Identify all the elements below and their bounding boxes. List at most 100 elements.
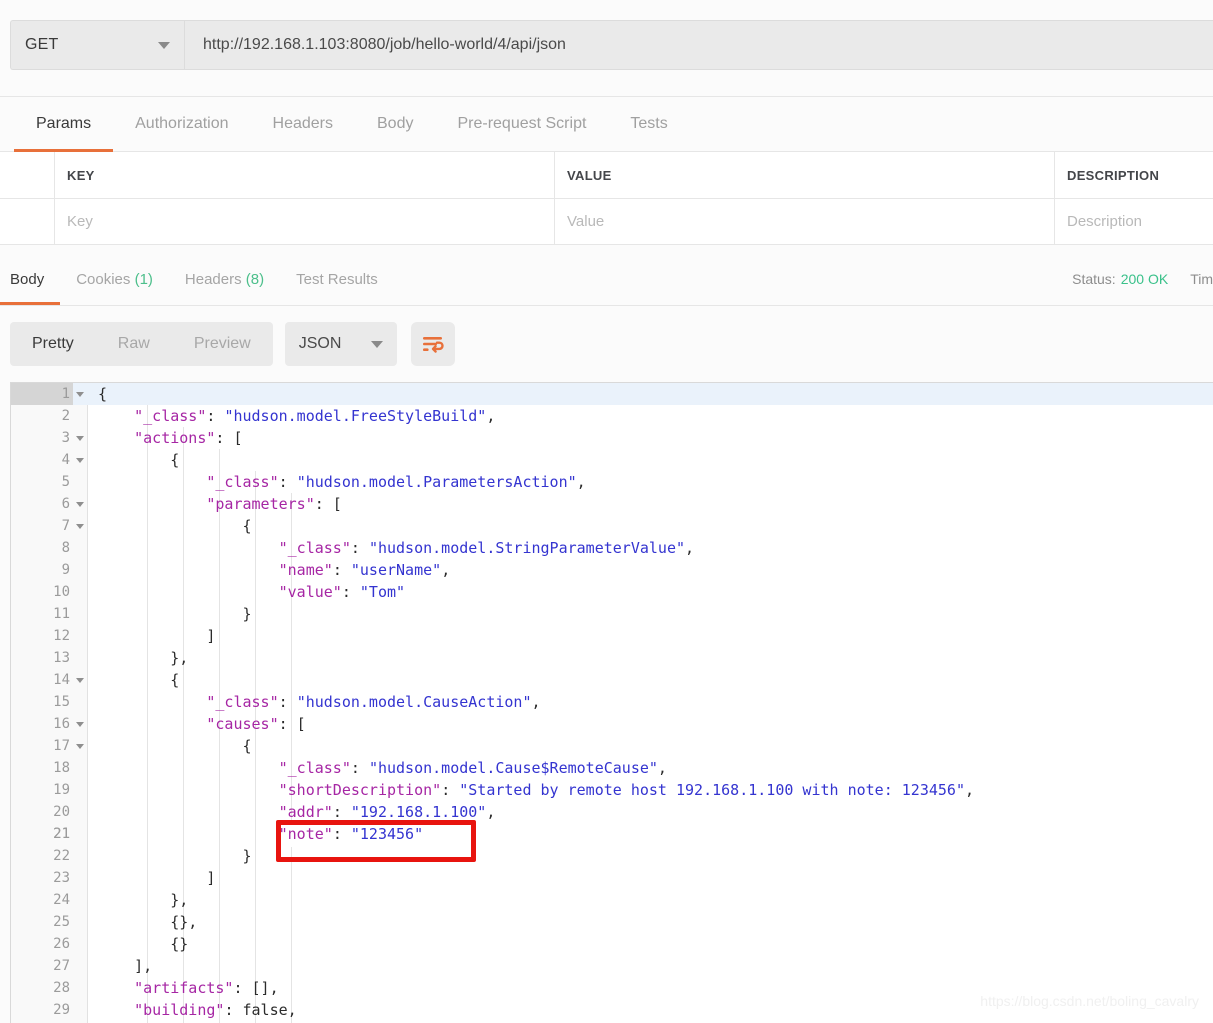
params-value-header: VALUE — [555, 152, 1055, 198]
word-wrap-toggle-button[interactable] — [410, 322, 455, 366]
code-fold-toggle-icon[interactable] — [73, 449, 87, 471]
line-number: 24 — [53, 892, 70, 908]
response-time-label: Tim — [1190, 271, 1213, 287]
chevron-down-icon — [370, 341, 383, 348]
request-tab-bar: Params Authorization Headers Body Pre-reques… — [0, 97, 1213, 152]
response-tab-body[interactable]: Body — [0, 255, 61, 305]
code-fold-toggle-icon[interactable] — [73, 713, 87, 735]
code-fold-spacer — [73, 801, 87, 823]
code-line-text: { — [242, 737, 252, 755]
line-number: 8 — [61, 540, 70, 556]
code-fold-spacer — [73, 625, 87, 647]
tab-headers[interactable]: Headers — [251, 97, 355, 152]
code-line: 4 { — [11, 449, 1213, 471]
line-number: 17 — [53, 738, 70, 754]
tab-body[interactable]: Body — [355, 97, 435, 152]
response-tab-headers[interactable]: Headers (8) — [169, 255, 280, 305]
code-line: 11 } — [11, 603, 1213, 625]
response-body-code-viewer[interactable]: 1{2 "_class": "hudson.model.FreeStyleBui… — [10, 382, 1213, 1023]
code-fold-spacer — [73, 691, 87, 713]
params-value-input[interactable]: Value — [555, 199, 1055, 244]
line-number: 20 — [53, 804, 70, 820]
http-method-label: GET — [25, 36, 59, 53]
code-line-text: } — [242, 605, 252, 623]
params-table: KEY VALUE DESCRIPTION Key Value Descript… — [0, 152, 1213, 245]
code-line: 18 "_class": "hudson.model.Cause$RemoteC… — [11, 757, 1213, 779]
tab-authorization[interactable]: Authorization — [113, 97, 250, 152]
code-line: 7 { — [11, 515, 1213, 537]
code-line-text: { — [242, 517, 252, 535]
view-mode-pretty[interactable]: Pretty — [10, 322, 96, 366]
params-description-input[interactable]: Description — [1055, 199, 1213, 244]
tab-pre-request-script[interactable]: Pre-request Script — [435, 97, 608, 152]
code-line-text: "shortDescription": "Started by remote h… — [278, 781, 975, 799]
code-line-text: { — [170, 451, 180, 469]
params-value-header-label: VALUE — [567, 167, 612, 183]
line-number: 6 — [61, 496, 70, 512]
params-table-header: KEY VALUE DESCRIPTION — [0, 152, 1213, 199]
params-key-input[interactable]: Key — [55, 199, 555, 244]
code-fold-toggle-icon[interactable] — [73, 383, 87, 405]
code-line-text: "_class": "hudson.model.CauseAction", — [206, 693, 541, 711]
code-line: 26 {} — [11, 933, 1213, 955]
code-line: 15 "_class": "hudson.model.CauseAction", — [11, 691, 1213, 713]
table-row[interactable]: Key Value Description — [0, 199, 1213, 245]
code-fold-spacer — [73, 603, 87, 625]
view-mode-preview[interactable]: Preview — [172, 322, 273, 366]
code-line: 5 "_class": "hudson.model.ParametersActi… — [11, 471, 1213, 493]
code-line: 23 ] — [11, 867, 1213, 889]
code-fold-spacer — [73, 823, 87, 845]
response-tab-test-results[interactable]: Test Results — [280, 255, 394, 305]
code-line: 12 ] — [11, 625, 1213, 647]
response-tab-label: Cookies — [76, 271, 131, 288]
request-url-input[interactable]: http://192.168.1.103:8080/job/hello-worl… — [184, 20, 1213, 70]
code-fold-toggle-icon[interactable] — [73, 669, 87, 691]
code-fold-spacer — [73, 559, 87, 581]
code-line-text: "addr": "192.168.1.100", — [278, 803, 496, 821]
line-number: 16 — [53, 716, 70, 732]
code-line-text: ] — [206, 627, 216, 645]
response-format-label: JSON — [298, 335, 342, 352]
tab-tests[interactable]: Tests — [608, 97, 689, 152]
line-number: 12 — [53, 628, 70, 644]
line-number: 21 — [53, 826, 70, 842]
code-line: 21 "note": "123456" — [11, 823, 1213, 845]
line-number: 15 — [53, 694, 70, 710]
request-url-bar: GET http://192.168.1.103:8080/job/hello-… — [10, 20, 1213, 70]
code-line: 19 "shortDescription": "Started by remot… — [11, 779, 1213, 801]
line-number: 18 — [53, 760, 70, 776]
tab-params[interactable]: Params — [14, 97, 114, 152]
line-number: 22 — [53, 848, 70, 864]
code-fold-toggle-icon[interactable] — [73, 515, 87, 537]
http-method-select[interactable]: GET — [10, 20, 184, 70]
code-line-text: "name": "userName", — [278, 561, 451, 579]
params-description-header: DESCRIPTION — [1055, 152, 1213, 198]
code-line: 27 ], — [11, 955, 1213, 977]
code-fold-toggle-icon[interactable] — [73, 493, 87, 515]
code-fold-spacer — [73, 537, 87, 559]
code-line: 25 {}, — [11, 911, 1213, 933]
code-line-text: }, — [170, 649, 189, 667]
response-format-select[interactable]: JSON — [284, 322, 397, 366]
code-fold-toggle-icon[interactable] — [73, 427, 87, 449]
response-tab-count: (1) — [130, 271, 153, 288]
code-fold-spacer — [73, 471, 87, 493]
code-fold-spacer — [73, 405, 87, 427]
code-line: 3 "actions": [ — [11, 427, 1213, 449]
code-line-text: "note": "123456" — [87, 823, 1213, 845]
status-badge: 200 OK — [1120, 271, 1169, 287]
code-line-text: ] — [206, 869, 216, 887]
line-number: 23 — [53, 870, 70, 886]
code-line: 2 "_class": "hudson.model.FreeStyleBuild… — [11, 405, 1213, 427]
line-number: 2 — [61, 408, 70, 424]
line-number: 19 — [53, 782, 70, 798]
params-row-checkbox-cell[interactable] — [0, 199, 55, 244]
code-fold-toggle-icon[interactable] — [73, 735, 87, 757]
response-tab-label: Body — [10, 271, 45, 288]
watermark-text: https://blog.csdn.net/boling_cavalry — [980, 993, 1199, 1009]
code-line: 10 "value": "Tom" — [11, 581, 1213, 603]
response-tab-cookies[interactable]: Cookies (1) — [60, 255, 169, 305]
view-mode-raw[interactable]: Raw — [96, 322, 172, 366]
code-line: 14 { — [11, 669, 1213, 691]
line-number: 4 — [61, 452, 70, 468]
